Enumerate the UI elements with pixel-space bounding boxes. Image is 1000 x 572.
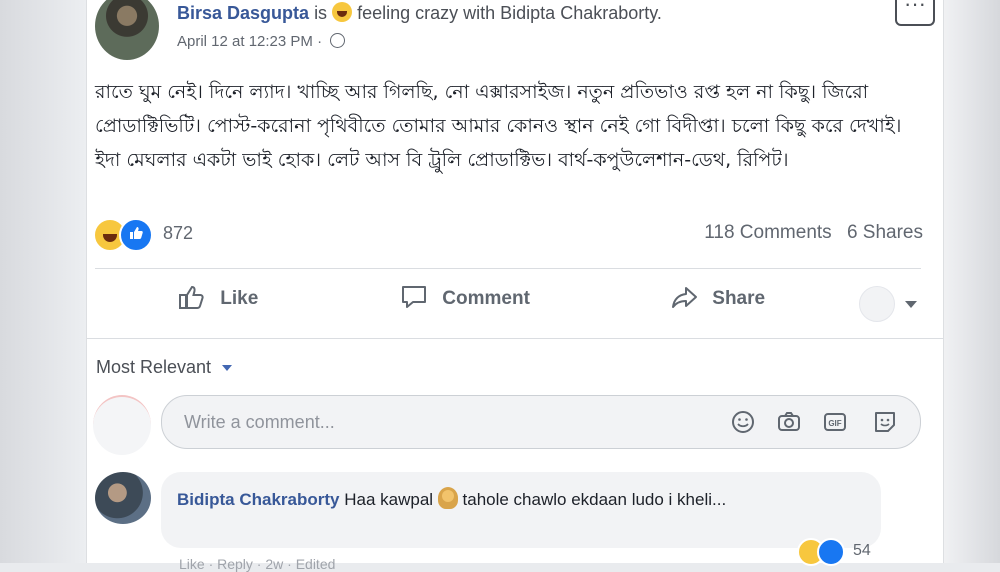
post-stats: 118 Comments 6 Shares bbox=[694, 222, 923, 244]
feeling-text[interactable]: feeling crazy with Bidipta Chakraborty. bbox=[357, 3, 662, 23]
more-options-button[interactable]: ··· bbox=[895, 0, 935, 26]
post-body: রাতে ঘুম নেই। দিনে ল্যাদ। খাচ্ছি আর গিলছ… bbox=[95, 81, 902, 171]
chevron-down-icon bbox=[905, 300, 918, 308]
share-button[interactable]: Share bbox=[669, 284, 765, 310]
post-timestamp[interactable]: April 12 at 12:23 PM bbox=[177, 33, 313, 50]
reaction-count: 872 bbox=[163, 223, 194, 243]
divider bbox=[87, 338, 943, 339]
comment-input[interactable] bbox=[182, 408, 706, 436]
comments-count-link[interactable]: 118 Comments bbox=[704, 222, 831, 243]
comment-content: Bidipta Chakraborty Haa kawpal tahole ch… bbox=[177, 486, 867, 514]
crazy-emoji-icon bbox=[332, 2, 353, 22]
comment-sort-dropdown[interactable]: Most Relevant bbox=[96, 357, 233, 378]
like-button[interactable]: Like bbox=[177, 284, 258, 310]
like-icon bbox=[119, 218, 153, 252]
reaction-viewer-selector[interactable] bbox=[859, 286, 918, 322]
action-bar: Like Comment Share bbox=[87, 280, 943, 326]
emoji-icon[interactable] bbox=[730, 409, 756, 435]
post-card: Birsa Dasgupta is feeling crazy with Bid… bbox=[86, 0, 944, 572]
comment-bubble: Bidipta Chakraborty Haa kawpal tahole ch… bbox=[161, 472, 881, 548]
divider bbox=[95, 268, 921, 269]
comment-reaction-count: 54 bbox=[853, 542, 871, 559]
commenter-avatar[interactable] bbox=[95, 472, 151, 524]
comment-icon bbox=[402, 286, 426, 308]
comment-label: Comment bbox=[442, 288, 530, 309]
is-text: is bbox=[314, 3, 328, 23]
backdrop-right bbox=[942, 0, 1000, 563]
sticker-icon[interactable] bbox=[872, 409, 898, 435]
comment-composer: GIF bbox=[161, 395, 921, 449]
post-header: Birsa Dasgupta is feeling crazy with Bid… bbox=[177, 2, 662, 24]
post-meta: April 12 at 12:23 PM · bbox=[177, 33, 346, 50]
share-label: Share bbox=[712, 288, 766, 309]
like-icon bbox=[817, 538, 845, 566]
thumbs-up-icon bbox=[179, 285, 204, 309]
sort-label: Most Relevant bbox=[96, 357, 212, 377]
woman-emoji-icon bbox=[437, 487, 458, 509]
author-avatar[interactable] bbox=[95, 0, 159, 60]
comment-button[interactable]: Comment bbox=[399, 284, 530, 310]
comment-actions-row[interactable]: Like · Reply · 2w · Edited bbox=[179, 556, 335, 572]
comment-text-start: Haa kawpal bbox=[344, 490, 434, 509]
meta-separator: · bbox=[317, 33, 323, 50]
current-user-avatar bbox=[93, 395, 151, 455]
like-label: Like bbox=[220, 288, 259, 309]
camera-icon[interactable] bbox=[776, 409, 802, 435]
comment-text-end: tahole chawlo ekdaan ludo i kheli... bbox=[462, 490, 727, 509]
commenter-name[interactable]: Bidipta Chakraborty bbox=[177, 490, 339, 509]
share-icon bbox=[672, 287, 697, 308]
shares-count-link[interactable]: 6 Shares bbox=[847, 222, 923, 243]
backdrop-left bbox=[0, 0, 86, 563]
gif-icon[interactable]: GIF bbox=[822, 409, 848, 435]
svg-text:GIF: GIF bbox=[828, 419, 841, 428]
caret-down-icon bbox=[222, 365, 233, 372]
viewer-avatar bbox=[859, 286, 895, 322]
globe-icon[interactable] bbox=[330, 33, 346, 48]
author-name[interactable]: Birsa Dasgupta bbox=[177, 3, 309, 23]
